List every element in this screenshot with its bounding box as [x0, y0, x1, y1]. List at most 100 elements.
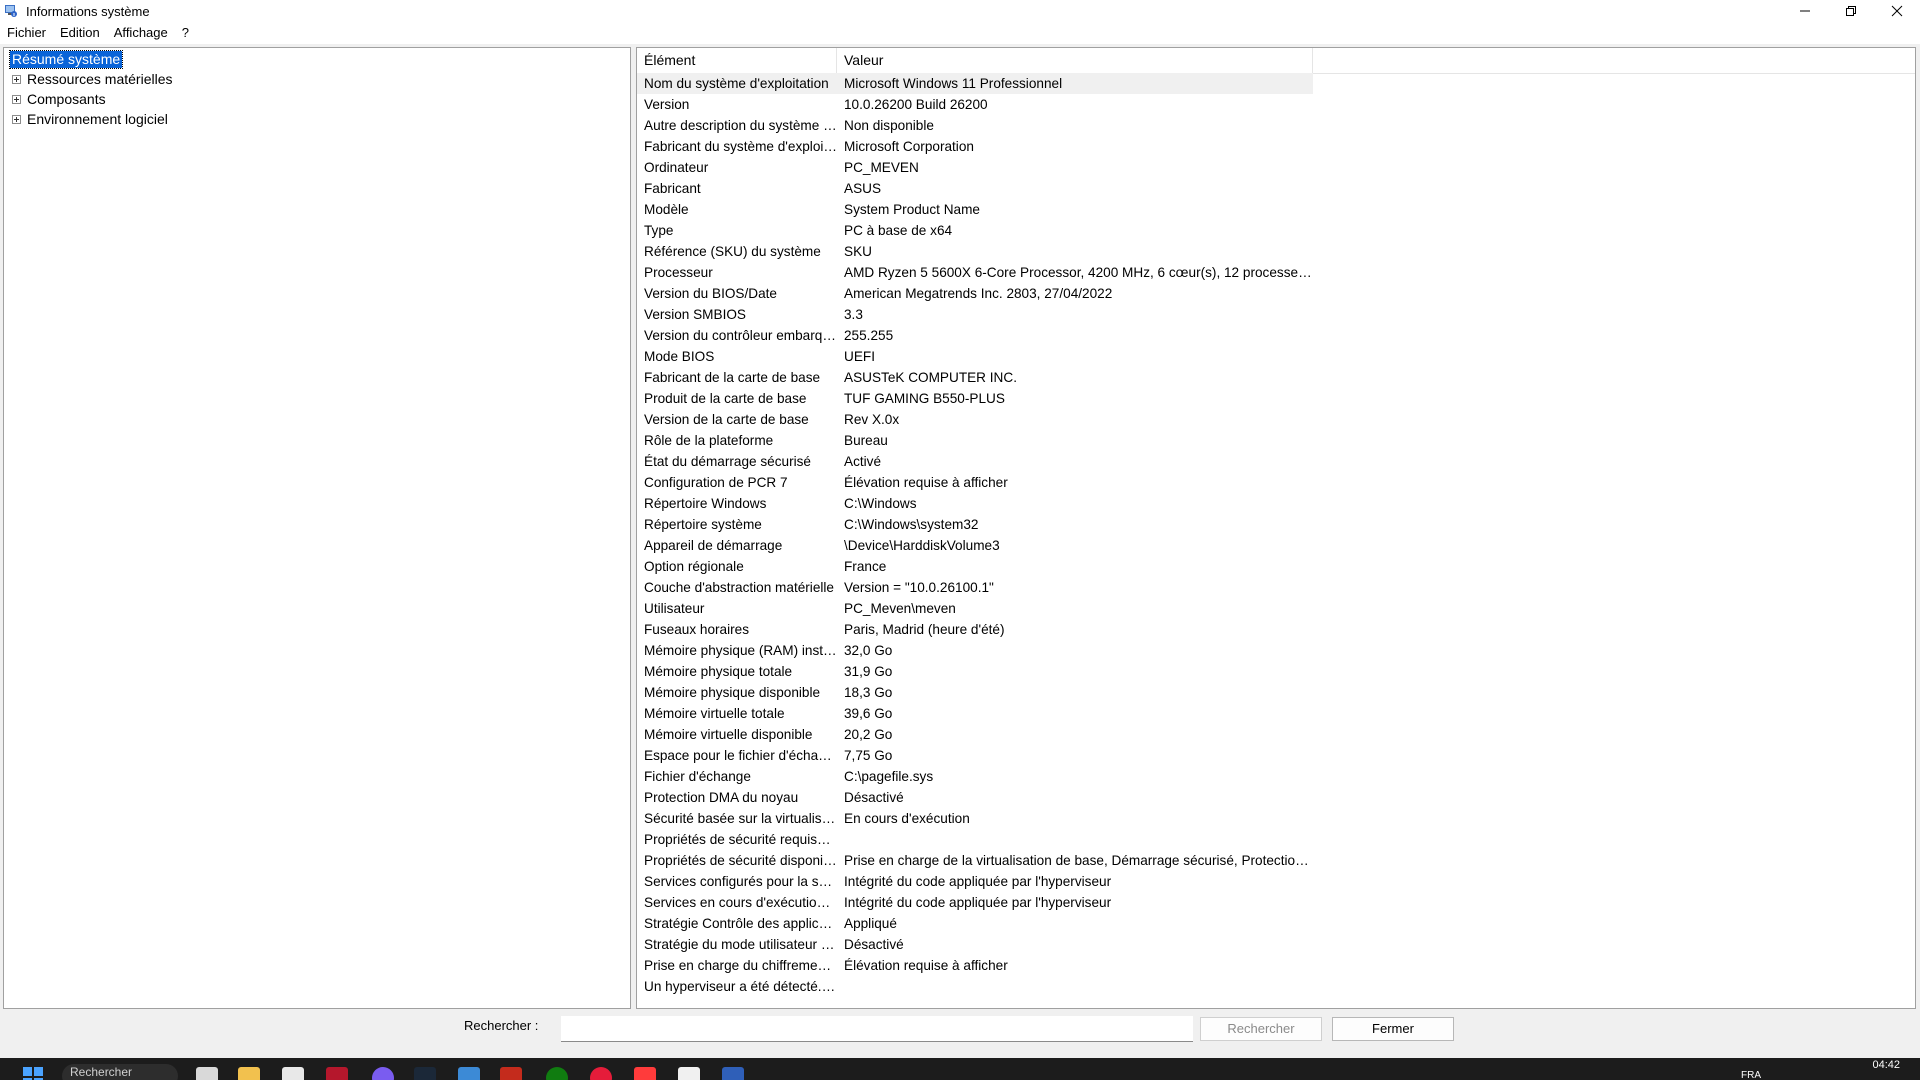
cell-value: UEFI: [844, 349, 875, 364]
table-row[interactable]: Fuseaux horaires Paris, Madrid (heure d'é…: [637, 619, 1313, 640]
tree-item-hardware-resources[interactable]: Ressources matérielles: [12, 69, 173, 89]
cell-element: Stratégie du mode utilisateur d...: [644, 937, 837, 952]
table-row[interactable]: Mémoire physique disponible 18,3 Go: [637, 682, 1313, 703]
table-row[interactable]: Fabricant de la carte de base ASUSTeK COM…: [637, 367, 1313, 388]
menu-view[interactable]: Affichage: [107, 22, 175, 44]
minimize-button[interactable]: [1782, 0, 1828, 22]
table-row[interactable]: Autre description du système d... Non dis…: [637, 115, 1313, 136]
title-bar: Informations système: [0, 0, 1920, 22]
column-header-value[interactable]: Valeur: [837, 48, 1313, 73]
table-row[interactable]: Mémoire physique totale 31,9 Go: [637, 661, 1313, 682]
tree-item-system-summary[interactable]: Résumé système: [8, 50, 124, 69]
tree-item-components[interactable]: Composants: [12, 89, 106, 109]
table-row[interactable]: Version du contrôleur embarqué 255.255: [637, 325, 1313, 346]
app-icon-grid[interactable]: [500, 1067, 522, 1080]
table-row[interactable]: Produit de la carte de base TUF GAMING B5…: [637, 388, 1313, 409]
table-row[interactable]: Référence (SKU) du système SKU: [637, 241, 1313, 262]
table-row[interactable]: Couche d'abstraction matérielle Version =…: [637, 577, 1313, 598]
table-row[interactable]: Version de la carte de base Rev X.0x: [637, 409, 1313, 430]
cell-element: Propriétés de sécurité requises...: [644, 832, 837, 847]
table-row[interactable]: Option régionale France: [637, 556, 1313, 577]
taskbar-search-text: Rechercher: [70, 1065, 133, 1079]
cell-element: Services configurés pour la séc...: [644, 874, 837, 889]
table-row[interactable]: Fichier d'échange C:\pagefile.sys: [637, 766, 1313, 787]
expand-icon[interactable]: [12, 114, 21, 124]
clock[interactable]: 04:42: [1872, 1059, 1900, 1071]
app-icon-circle-red[interactable]: [590, 1067, 612, 1080]
expand-icon[interactable]: [12, 94, 21, 104]
discord-icon[interactable]: [372, 1067, 394, 1080]
category-tree[interactable]: Résumé système Ressources matérielles Co…: [3, 47, 631, 1009]
system-info-taskbar-icon[interactable]: [722, 1067, 744, 1080]
menu-edit[interactable]: Edition: [53, 22, 107, 44]
table-row[interactable]: Version du BIOS/Date American Megatrends …: [637, 283, 1313, 304]
table-row[interactable]: Configuration de PCR 7 Élévation requise …: [637, 472, 1313, 493]
tree-item-software-environment[interactable]: Environnement logiciel: [12, 109, 168, 129]
table-row[interactable]: Utilisateur PC_Meven\meven: [637, 598, 1313, 619]
cell-element: Version du contrôleur embarqué: [644, 328, 837, 343]
search-input[interactable]: [561, 1016, 1193, 1042]
calculator-icon[interactable]: [458, 1067, 480, 1080]
table-row[interactable]: Nom du système d'exploitation Microsoft W…: [637, 73, 1313, 94]
table-row[interactable]: Services configurés pour la séc... Intégr…: [637, 871, 1313, 892]
table-row[interactable]: Répertoire Windows C:\Windows: [637, 493, 1313, 514]
table-row[interactable]: Propriétés de sécurité requises...: [637, 829, 1313, 850]
table-row[interactable]: Prise en charge du chiffrement ... Élévat…: [637, 955, 1313, 976]
table-row[interactable]: Version SMBIOS 3.3: [637, 304, 1313, 325]
cell-value: C:\Windows: [844, 496, 917, 511]
table-row[interactable]: Appareil de démarrage \Device\HarddiskVol…: [637, 535, 1313, 556]
taskbar-search[interactable]: Rechercher: [62, 1064, 178, 1080]
cell-element: Propriétés de sécurité disponib...: [644, 853, 837, 868]
expand-icon[interactable]: [12, 74, 21, 84]
close-window-button[interactable]: [1874, 0, 1920, 22]
cell-value: Élévation requise à afficher: [844, 475, 1008, 490]
menu-help[interactable]: ?: [175, 22, 196, 44]
table-row[interactable]: Mémoire virtuelle disponible 20,2 Go: [637, 724, 1313, 745]
table-row[interactable]: Type PC à base de x64: [637, 220, 1313, 241]
table-row[interactable]: Protection DMA du noyau Désactivé: [637, 787, 1313, 808]
restore-icon: [1846, 6, 1856, 16]
restore-button[interactable]: [1828, 0, 1874, 22]
cell-element: Version: [644, 97, 690, 112]
app-icon-badge[interactable]: [634, 1067, 656, 1080]
table-row[interactable]: Mode BIOS UEFI: [637, 346, 1313, 367]
table-row[interactable]: Mémoire virtuelle totale 39,6 Go: [637, 703, 1313, 724]
search-button[interactable]: Rechercher: [1200, 1017, 1322, 1041]
table-row[interactable]: Services en cours d'exécution p... Intégr…: [637, 892, 1313, 913]
table-row[interactable]: Fabricant ASUS: [637, 178, 1313, 199]
table-row[interactable]: Stratégie du mode utilisateur d... Désact…: [637, 934, 1313, 955]
store-icon[interactable]: [282, 1067, 304, 1080]
table-row[interactable]: Un hyperviseur a été détecté. L...: [637, 976, 1313, 997]
file-explorer-icon[interactable]: [238, 1067, 260, 1080]
notepad-icon[interactable]: [678, 1067, 700, 1080]
cell-element: Ordinateur: [644, 160, 709, 175]
task-view-icon[interactable]: [196, 1067, 218, 1080]
cell-element: Fuseaux horaires: [644, 622, 750, 637]
table-row[interactable]: État du démarrage sécurisé Activé: [637, 451, 1313, 472]
column-header-element[interactable]: Élément: [637, 48, 837, 73]
cell-value: France: [844, 559, 887, 574]
close-button[interactable]: Fermer: [1332, 1017, 1454, 1041]
input-language[interactable]: FRA: [1741, 1070, 1761, 1080]
table-row[interactable]: Version 10.0.26200 Build 26200: [637, 94, 1313, 115]
table-row[interactable]: Ordinateur PC_MEVEN: [637, 157, 1313, 178]
table-row[interactable]: Mémoire physique (RAM) instal... 32,0 Go: [637, 640, 1313, 661]
details-list[interactable]: Élément Valeur Nom du système d'exploita…: [636, 47, 1916, 1009]
steam-icon[interactable]: [414, 1067, 436, 1080]
table-row[interactable]: Propriétés de sécurité disponib... Prise …: [637, 850, 1313, 871]
table-row[interactable]: Modèle System Product Name: [637, 199, 1313, 220]
xbox-icon[interactable]: [546, 1067, 568, 1080]
table-row[interactable]: Espace pour le fichier d'échange 7,75 Go: [637, 745, 1313, 766]
app-icon-red[interactable]: [326, 1067, 348, 1080]
list-rows: Nom du système d'exploitation Microsoft W…: [637, 73, 1313, 997]
windows-start-icon[interactable]: [22, 1066, 44, 1080]
table-row[interactable]: Stratégie Contrôle des applicat... Appliq…: [637, 913, 1313, 934]
table-row[interactable]: Sécurité basée sur la virtualisati... En …: [637, 808, 1313, 829]
cell-element: Prise en charge du chiffrement ...: [644, 958, 837, 973]
table-row[interactable]: Répertoire système C:\Windows\system32: [637, 514, 1313, 535]
menu-file[interactable]: Fichier: [0, 22, 53, 44]
table-row[interactable]: Fabricant du système d'exploit... Microso…: [637, 136, 1313, 157]
table-row[interactable]: Rôle de la plateforme Bureau: [637, 430, 1313, 451]
table-row[interactable]: Processeur AMD Ryzen 5 5600X 6-Core Proce…: [637, 262, 1313, 283]
cell-value: [837, 829, 1313, 850]
